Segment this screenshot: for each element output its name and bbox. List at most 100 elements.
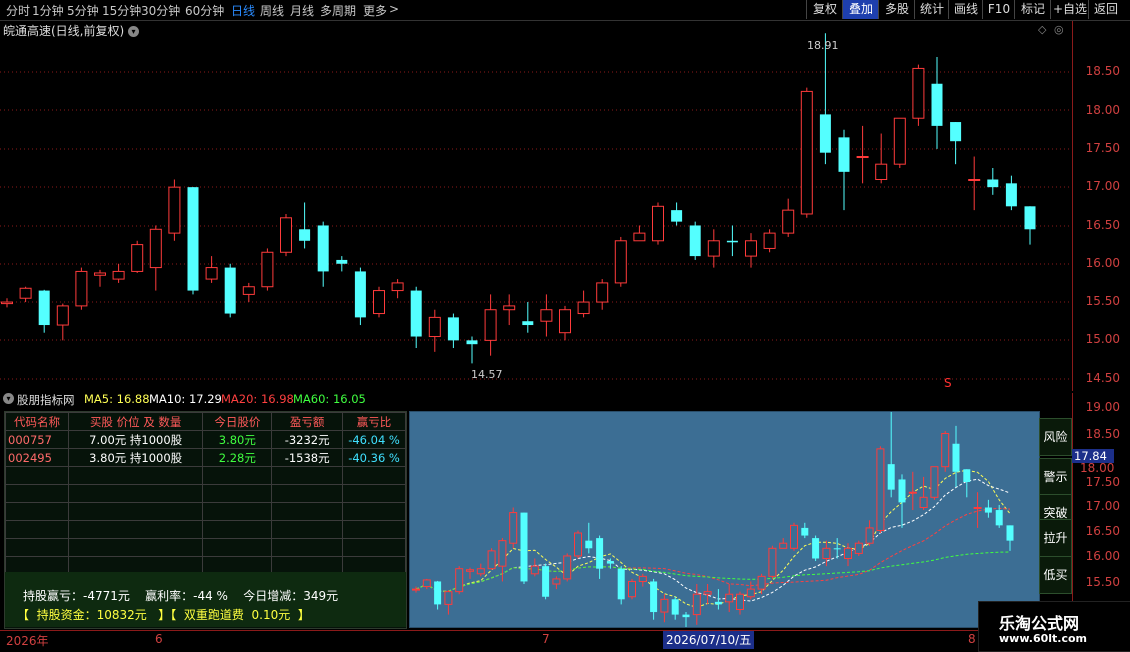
candle[interactable]	[912, 67, 925, 119]
main-kline-chart[interactable]	[0, 21, 1070, 391]
candle[interactable]	[660, 598, 669, 613]
candle[interactable]	[633, 232, 646, 242]
candle[interactable]	[484, 309, 497, 341]
candle[interactable]	[757, 575, 766, 590]
candle[interactable]	[455, 568, 464, 593]
warning-button[interactable]: 警示	[1039, 458, 1072, 496]
candle[interactable]	[692, 593, 701, 616]
candle[interactable]	[242, 286, 255, 295]
candle[interactable]	[725, 593, 734, 603]
tab-daily[interactable]: 日线	[231, 2, 255, 19]
candle[interactable]	[434, 581, 442, 605]
candle[interactable]	[995, 510, 1003, 526]
candle[interactable]	[650, 581, 658, 613]
candle[interactable]	[428, 316, 441, 338]
candle[interactable]	[336, 259, 348, 264]
tab-60min[interactable]: 60分钟	[185, 2, 224, 19]
candle[interactable]	[577, 301, 590, 315]
tab-multi-period[interactable]: 多周期	[320, 2, 356, 19]
candle[interactable]	[149, 228, 162, 269]
candle[interactable]	[563, 555, 572, 580]
candle[interactable]	[56, 305, 69, 326]
candle[interactable]	[838, 137, 850, 172]
candle[interactable]	[779, 542, 788, 549]
candle[interactable]	[520, 512, 528, 582]
candle[interactable]	[745, 240, 757, 257]
collapse-icon[interactable]: ▾	[3, 393, 14, 404]
multi-stock-button[interactable]: 多股	[878, 0, 915, 19]
candle[interactable]	[822, 547, 831, 560]
tab-weekly[interactable]: 周线	[260, 2, 284, 19]
candle[interactable]	[1024, 206, 1036, 230]
candle[interactable]	[875, 163, 888, 180]
candle[interactable]	[391, 282, 404, 292]
candle[interactable]	[447, 317, 459, 341]
tab-fenshi[interactable]: 分时	[6, 2, 30, 19]
candle[interactable]	[509, 512, 518, 544]
candle[interactable]	[746, 588, 755, 598]
candle[interactable]	[606, 561, 614, 564]
tab-5min[interactable]: 5分钟	[67, 2, 99, 19]
fuquan-button[interactable]: 复权	[806, 0, 843, 19]
candle[interactable]	[559, 309, 571, 334]
risk-button[interactable]: 风险	[1039, 418, 1072, 456]
overlay-mini-chart[interactable]	[409, 411, 1040, 628]
tab-1min[interactable]: 1分钟	[32, 2, 64, 19]
candle[interactable]	[261, 251, 274, 288]
candle[interactable]	[540, 309, 553, 322]
candle[interactable]	[652, 205, 664, 242]
stats-button[interactable]: 统计	[914, 0, 949, 19]
settings-icon[interactable]: ◎	[1054, 23, 1064, 36]
candle[interactable]	[466, 569, 474, 572]
candle[interactable]	[205, 267, 218, 280]
candle[interactable]	[596, 282, 609, 303]
candle[interactable]	[768, 547, 777, 577]
candle[interactable]	[893, 117, 906, 165]
candle[interactable]	[950, 122, 962, 142]
candlestick-chart[interactable]	[0, 21, 1070, 391]
draw-button[interactable]: 画线	[948, 0, 983, 19]
candle[interactable]	[373, 290, 385, 315]
candle[interactable]	[410, 290, 422, 337]
candle[interactable]	[168, 186, 181, 234]
candle[interactable]	[354, 271, 366, 318]
pull-up-button[interactable]: 拉升	[1039, 519, 1072, 557]
candle[interactable]	[585, 540, 593, 549]
candle[interactable]	[812, 538, 820, 559]
candle[interactable]	[614, 240, 627, 284]
candle[interactable]	[412, 588, 420, 591]
candle[interactable]	[522, 321, 534, 326]
candle[interactable]	[833, 548, 841, 550]
candle[interactable]	[476, 568, 485, 575]
candle[interactable]	[854, 542, 863, 554]
candle[interactable]	[703, 591, 712, 595]
low-buy-button[interactable]: 低买	[1039, 556, 1072, 594]
f10-button[interactable]: F10	[982, 0, 1015, 19]
candle[interactable]	[973, 507, 982, 509]
candle[interactable]	[1, 301, 13, 305]
back-button[interactable]: 返回	[1088, 0, 1123, 19]
candle[interactable]	[466, 340, 478, 345]
candle[interactable]	[1006, 525, 1014, 541]
candle[interactable]	[224, 267, 236, 314]
candle[interactable]	[682, 614, 690, 618]
candle[interactable]	[422, 579, 431, 588]
candle[interactable]	[1005, 183, 1017, 207]
candle[interactable]	[987, 179, 999, 188]
candle[interactable]	[94, 272, 106, 276]
mini-candlestick-chart[interactable]	[410, 412, 1039, 627]
candle[interactable]	[75, 270, 88, 307]
candle[interactable]	[542, 566, 550, 597]
candle[interactable]	[671, 599, 679, 615]
candle[interactable]	[736, 593, 744, 610]
candle[interactable]	[876, 448, 885, 531]
candle[interactable]	[800, 90, 813, 215]
table-row[interactable]: 000757 7.00元 持1000股 3.80元 -3232元 -46.04 …	[5, 430, 406, 449]
tab-15min[interactable]: 15分钟	[102, 2, 141, 19]
candle[interactable]	[930, 466, 939, 498]
candle[interactable]	[968, 179, 981, 181]
candle[interactable]	[790, 524, 798, 549]
candle[interactable]	[280, 217, 292, 253]
candle[interactable]	[131, 244, 144, 272]
candle[interactable]	[963, 469, 971, 482]
